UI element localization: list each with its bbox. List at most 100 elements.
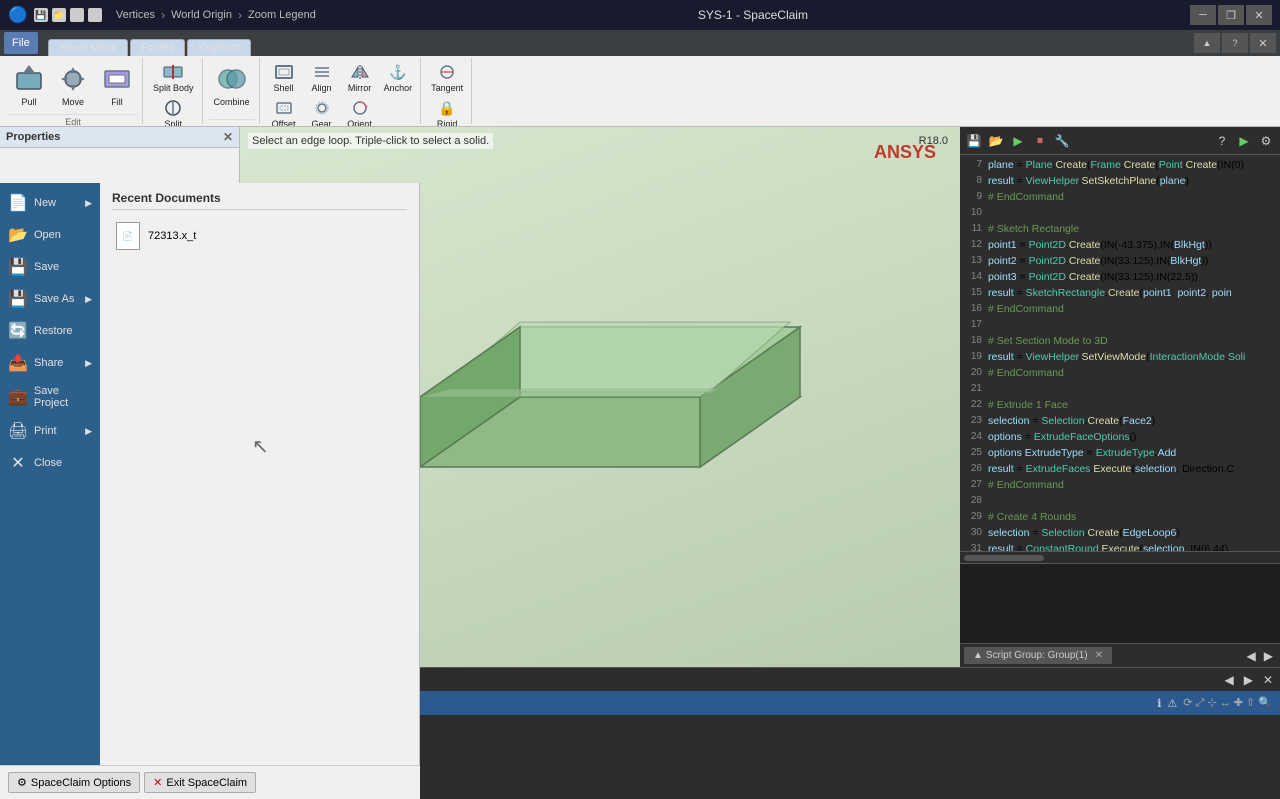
save-as-arrow: ▶ [85,294,92,305]
mirror-button[interactable]: Mirror [342,60,378,95]
ribbon-close-button[interactable]: ✕ [1250,33,1276,53]
split-button[interactable]: Split [149,96,198,126]
recent-docs-title: Recent Documents [112,191,407,210]
orient-label: Orient [347,119,372,126]
menu-print[interactable]: 🖨 Print ▶ [0,415,100,447]
quick-access-save[interactable]: 💾 [34,8,48,22]
exit-spaceclaim-button[interactable]: ✕ Exit SpaceClaim [144,772,256,793]
breadcrumb-world-origin: World Origin [171,9,232,21]
menu-share[interactable]: 📤 Share ▶ [0,347,100,379]
code-save-btn[interactable]: 💾 [964,131,984,151]
code-nav-btn[interactable]: ⚙ [1256,131,1276,151]
new-icon: 📄 [8,193,28,213]
viewport-controls: ⟳ ⤢ ⊹ ↔ ✚ ⇧ 🔍 [1183,696,1272,710]
align-button[interactable]: Align [304,60,340,95]
fill-icon [101,63,133,95]
tab-nav-left[interactable]: ◀ [1221,673,1236,687]
tab-nav-right[interactable]: ▶ [1241,673,1256,687]
code-line-25: 25 options.ExtrudeType = ExtrudeType.Add [960,445,1280,461]
code-line-28: 28 [960,493,1280,509]
file-menu-right: Recent Documents 📄 72313.x_t ↖ [100,183,419,799]
properties-close-button[interactable]: ✕ [223,130,233,144]
shell-button[interactable]: Shell [266,60,302,95]
close-menu-icon: ✕ [8,453,28,473]
code-debug-btn[interactable]: 🔧 [1052,131,1072,151]
rigid-icon: 🔒 [437,98,457,118]
tangent-button[interactable]: Tangent [427,60,467,95]
menu-open[interactable]: 📂 Open [0,219,100,251]
pull-label: Pull [21,97,36,107]
script-nav-buttons: ◀ ▶ [1244,649,1276,663]
create-col2: Align Gear [304,60,340,126]
code-line-29: 29 # Create 4 Rounds [960,509,1280,525]
menu-save[interactable]: 💾 Save [0,251,100,283]
save-as-icon: 💾 [8,289,28,309]
options-label: SpaceClaim Options [31,777,131,789]
code-scrollbar[interactable] [960,551,1280,563]
open-label: Open [34,229,61,241]
code-run-btn[interactable]: ▶ [1008,131,1028,151]
code-line-19: 19 result = ViewHelper.SetViewMode(Inter… [960,349,1280,365]
menu-new[interactable]: 📄 New ▶ [0,187,100,219]
combine-label: Combine [214,97,250,107]
tab-close-all[interactable]: ✕ [1260,673,1276,687]
menu-bar: File Sheet Metal Facets KeyShot ▲ ? ✕ [0,30,1280,56]
recent-doc-item[interactable]: 📄 72313.x_t [112,218,407,254]
code-open-btn[interactable]: 📂 [986,131,1006,151]
anchor-icon: ⚓ [388,62,408,82]
restore-button[interactable]: ❐ [1218,5,1244,25]
ribbon-group-combine: Combine [205,58,260,124]
script-nav-right[interactable]: ▶ [1261,649,1276,663]
script-tab-close[interactable]: ✕ [1095,650,1103,661]
code-line-20: 20 # EndCommand [960,365,1280,381]
create-col3: Mirror Orient [342,60,378,126]
script-nav-left[interactable]: ◀ [1244,649,1259,663]
menu-save-project[interactable]: 💼 Save Project [0,379,100,415]
move-label: Move [62,97,84,107]
split-body-button[interactable]: Split Body [149,60,198,95]
code-line-14: 14 point3 = Point2D.Create(IN(33.125),IN… [960,269,1280,285]
combine-group-label [209,119,255,124]
tab-sheet-metal[interactable]: Sheet Metal [48,39,129,56]
anchor-button[interactable]: ⚓ Anchor [380,60,417,95]
orient-button[interactable]: Orient [342,96,378,126]
code-line-21: 21 [960,381,1280,397]
quick-access-redo[interactable]: ↪ [88,8,102,22]
spaceclaim-options-button[interactable]: ⚙ SpaceClaim Options [8,772,140,793]
code-run-toolbar-btn[interactable]: ▶ [1234,131,1254,151]
ribbon-help-button[interactable]: ? [1222,33,1248,53]
script-group-tab[interactable]: ▲ Script Group: Group(1) ✕ [964,647,1112,664]
minimize-button[interactable]: ─ [1190,5,1216,25]
ribbon-minimize-button[interactable]: ▲ [1194,33,1220,53]
window-buttons: 💾 📁 ↩ ↪ [34,8,102,22]
pull-button[interactable]: Pull [8,60,50,112]
file-menu-bottom: ⚙ SpaceClaim Options ✕ Exit SpaceClaim [0,765,420,799]
properties-panel-header: Properties ✕ [0,127,239,148]
quick-access-undo[interactable]: ↩ [70,8,84,22]
close-button[interactable]: ✕ [1246,5,1272,25]
code-help-btn[interactable]: ? [1212,131,1232,151]
tab-keyshot[interactable]: KeyShot [187,39,251,56]
quick-access-folder[interactable]: 📁 [52,8,66,22]
move-button[interactable]: Move [52,60,94,112]
ribbon: Pull Move Fill Edit [0,56,1280,127]
menu-save-as[interactable]: 💾 Save As ▶ [0,283,100,315]
ribbon-content: Pull Move Fill Edit [0,56,1280,126]
combine-button[interactable]: Combine [209,60,255,112]
tab-facets[interactable]: Facets [130,39,185,56]
split-label: Split [165,119,183,126]
menu-restore[interactable]: 🔄 Restore [0,315,100,347]
menu-close[interactable]: ✕ Close [0,447,100,479]
offset-button[interactable]: Offset [266,96,302,126]
menu-file[interactable]: File [4,32,38,54]
close-label: Close [34,457,62,469]
options-icon: ⚙ [17,776,27,789]
code-scrollbar-thumb[interactable] [964,555,1044,561]
split-icon [163,98,183,118]
rigid-button[interactable]: 🔒 Rigid [427,96,467,126]
eo-gear-button[interactable]: Gear [304,96,340,126]
code-stop-btn[interactable]: ⏹ [1030,131,1050,151]
new-label: New [34,197,56,209]
anchor-label: Anchor [384,83,413,93]
fill-button[interactable]: Fill [96,60,138,112]
